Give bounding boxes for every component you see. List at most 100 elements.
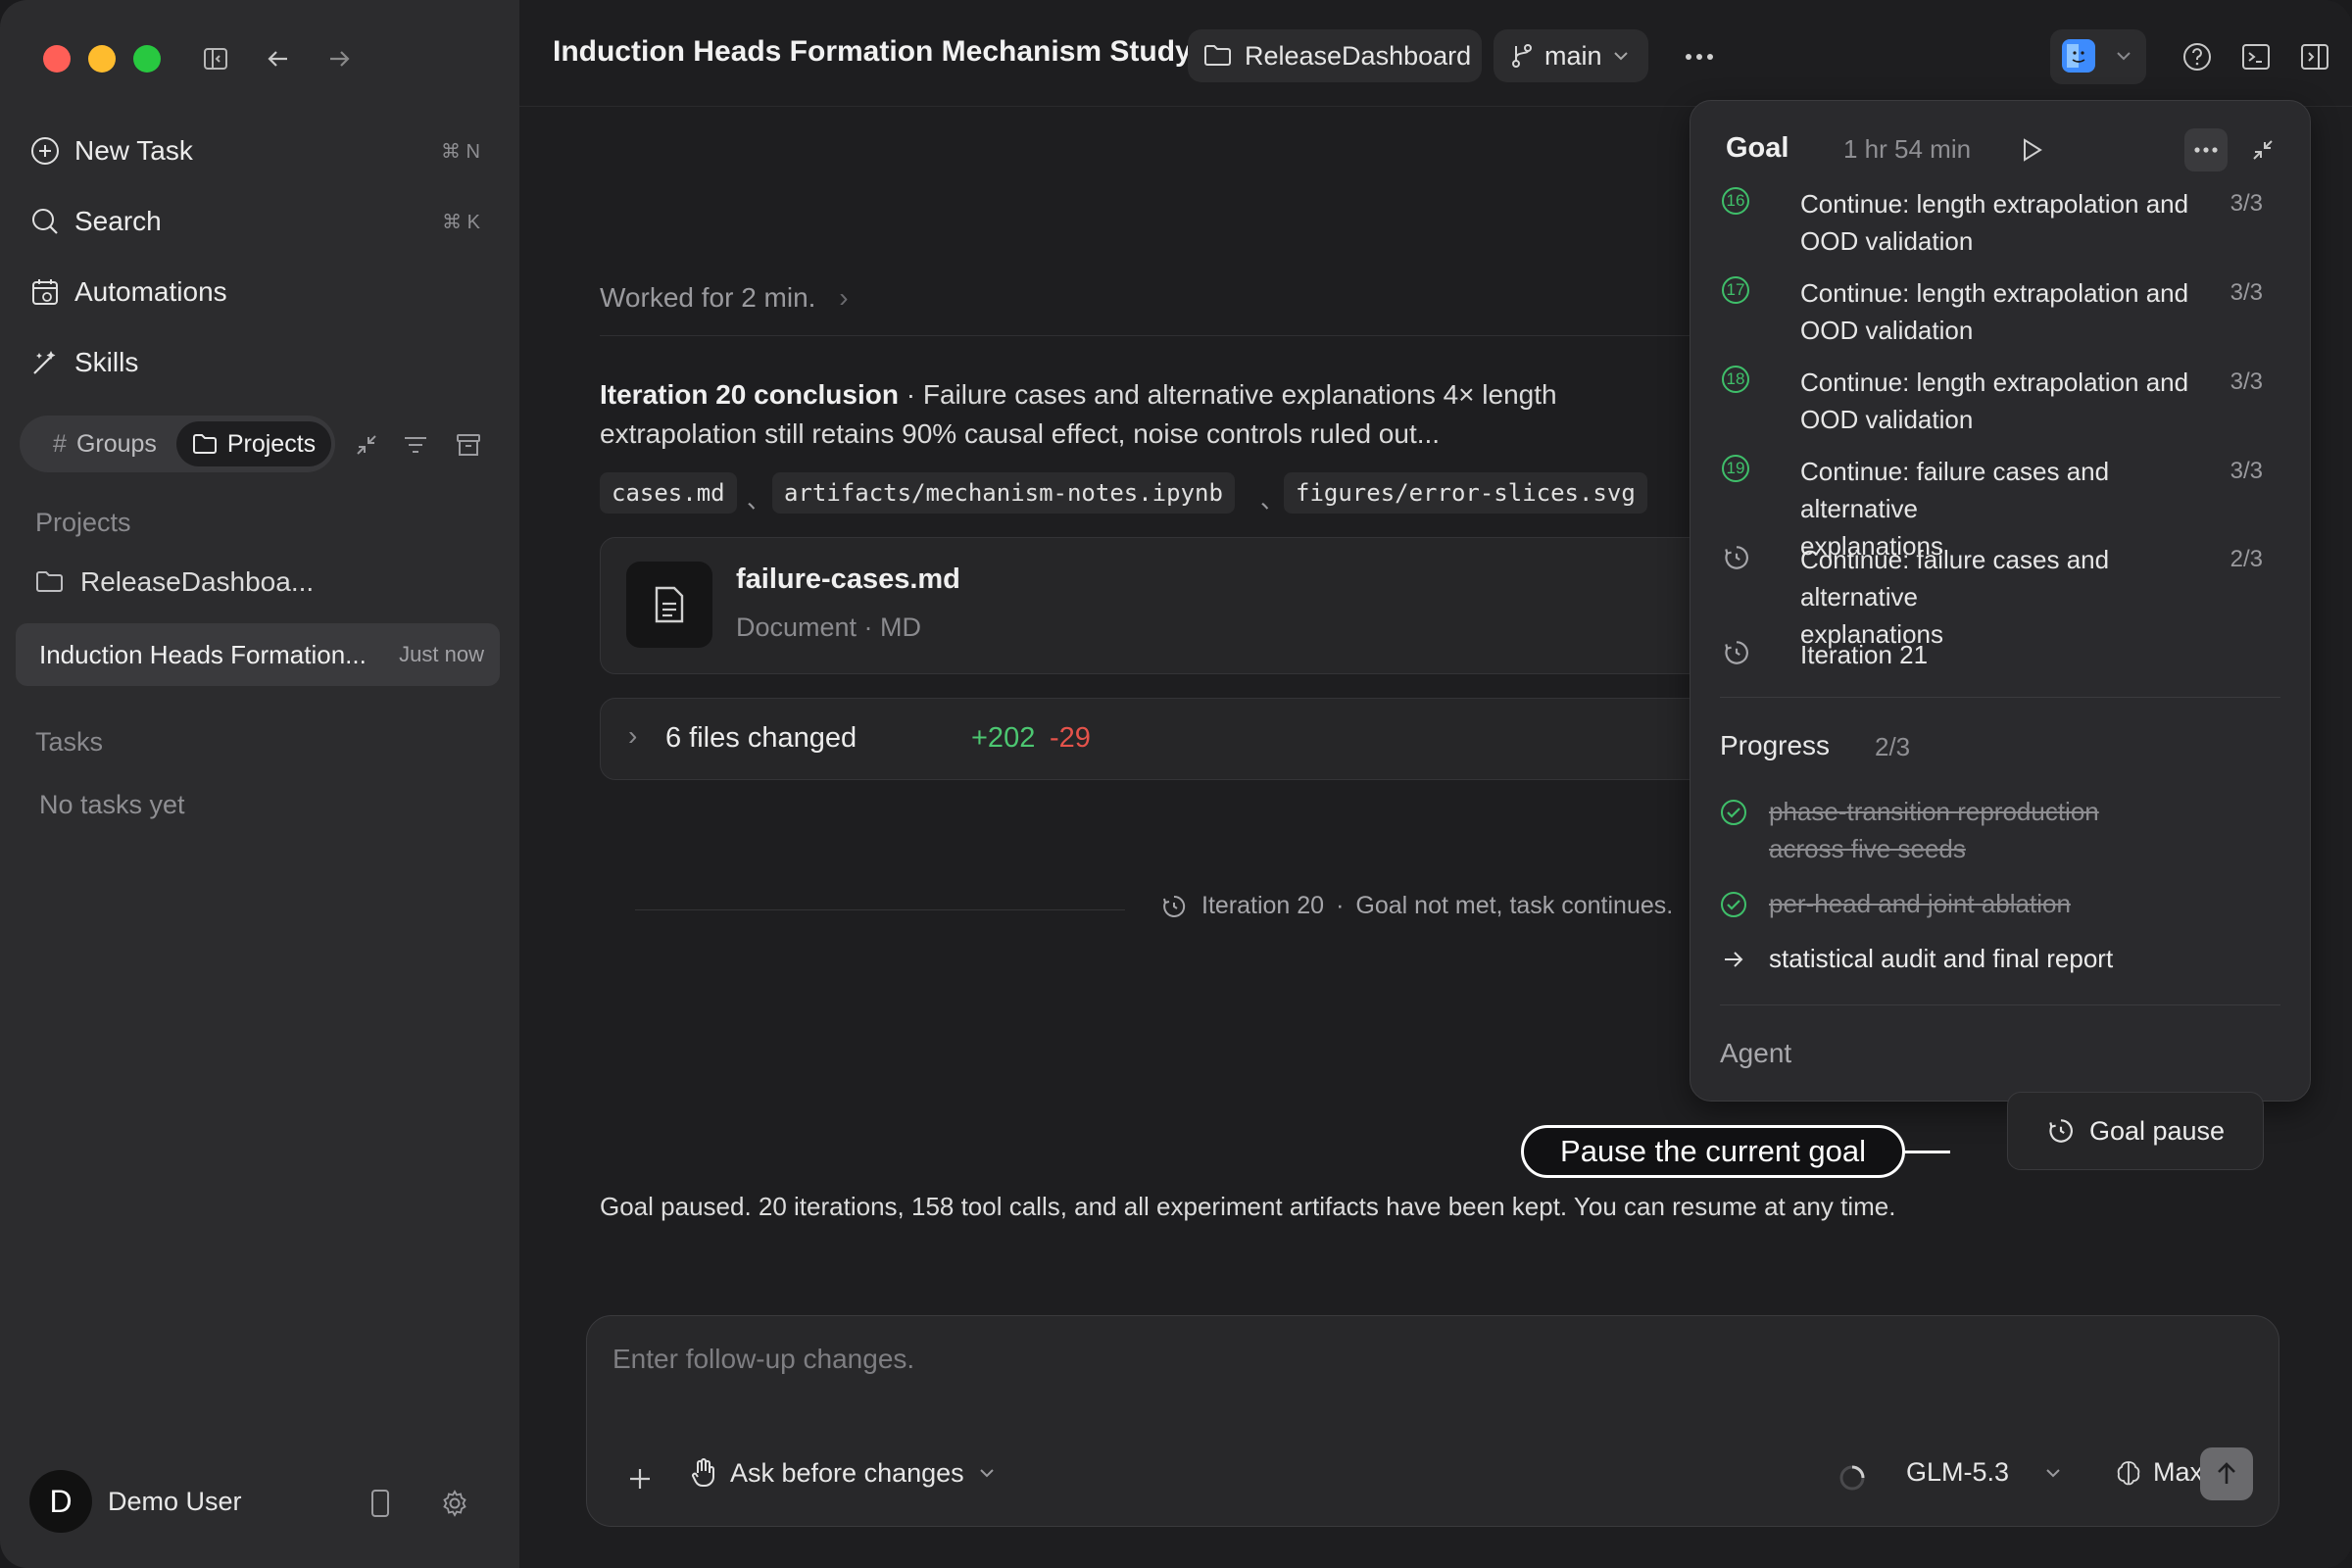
goal-item-text: Continue: length extrapolation and — [1800, 278, 2189, 308]
goal-item-text: OOD validation — [1800, 226, 1974, 256]
effort-label: Max — [2153, 1457, 2204, 1487]
search-icon — [29, 206, 74, 237]
segment-label: Projects — [226, 429, 317, 458]
archive-icon[interactable] — [451, 427, 486, 463]
nav-new-task[interactable]: New Task ⌘ N — [29, 122, 490, 180]
worked-for-toggle[interactable]: Worked for 2 min. › — [600, 278, 849, 318]
shortcut-hint: ⌘ K — [442, 211, 480, 233]
document-card[interactable]: failure-cases.md Document · MD — [600, 537, 1778, 674]
more-options-icon[interactable] — [1680, 41, 1719, 73]
step-number-icon: 16 — [1722, 187, 1753, 219]
folder-icon — [35, 569, 65, 595]
segment-projects[interactable]: Projects — [176, 421, 331, 466]
goal-item-count: 2/3 — [2230, 546, 2263, 572]
project-item[interactable]: ReleaseDashboa... — [35, 566, 314, 598]
divider — [1720, 1004, 2280, 1005]
goal-title: Goal — [1726, 132, 1789, 164]
progress-item-text: per-head and joint ablation — [1769, 889, 2071, 918]
progress-item-text: across five seeds — [1769, 834, 1966, 863]
projects-heading: Projects — [35, 508, 131, 537]
user-name: Demo User — [108, 1486, 242, 1516]
collapse-icon[interactable] — [2243, 130, 2282, 170]
plus-circle-icon — [29, 135, 74, 167]
worked-for-text: Worked for 2 min. — [600, 282, 816, 313]
goal-elapsed: 1 hr 54 min — [1843, 134, 1972, 164]
avatar: D — [29, 1470, 92, 1533]
file-chip[interactable]: artifacts/mechanism-notes.ipynb — [772, 472, 1235, 514]
files-changed-card[interactable]: › 6 files changed +202 -29 — [600, 698, 1778, 780]
goal-pause-button[interactable]: Goal pause — [2007, 1092, 2264, 1170]
divider — [635, 909, 1125, 910]
step-number-icon: 17 — [1722, 276, 1753, 308]
toggle-sidebar-icon[interactable] — [198, 41, 233, 76]
forward-arrow-icon[interactable] — [321, 41, 357, 76]
collapse-icon[interactable] — [349, 427, 384, 463]
goal-item-text: Continue: length extrapolation and — [1800, 189, 2189, 219]
permission-mode-label: Ask before changes — [730, 1457, 964, 1488]
arrow-up-icon — [2214, 1460, 2239, 1488]
divider — [600, 335, 1717, 336]
goal-item-text: Continue: failure cases and alternative — [1800, 457, 2110, 523]
loop-icon — [1160, 893, 1188, 920]
loop-icon — [2046, 1116, 2076, 1146]
tooltip-callout: Pause the current goal — [1521, 1125, 1905, 1178]
zoom-window-button[interactable] — [133, 45, 161, 73]
goal-more-icon[interactable] — [2184, 128, 2228, 172]
document-name: failure-cases.md — [736, 564, 960, 595]
nav-label: Automations — [74, 276, 227, 307]
toggle-panel-icon[interactable] — [2295, 37, 2334, 76]
chevron-down-icon — [1612, 49, 1630, 63]
filter-icon[interactable] — [398, 427, 433, 463]
paused-message: Goal paused. 20 iterations, 158 tool cal… — [600, 1192, 1896, 1221]
app-switcher[interactable] — [2050, 29, 2146, 84]
gear-icon[interactable] — [437, 1486, 472, 1521]
folder-icon — [1203, 43, 1233, 69]
check-circle-icon — [1720, 799, 1747, 831]
nav-label: New Task — [74, 135, 193, 166]
model-select[interactable]: GLM-5.3 — [1906, 1457, 2062, 1488]
add-attachment-icon[interactable] — [620, 1459, 660, 1498]
agent-title: Agent — [1720, 1038, 1792, 1068]
back-arrow-icon[interactable] — [261, 41, 296, 76]
branch-chip[interactable]: main — [1494, 29, 1648, 82]
iteration-status-text: Goal not met, task continues. — [1355, 892, 1674, 919]
goal-item-count: 3/3 — [2230, 190, 2263, 217]
goal-pause-label: Goal pause — [2088, 1115, 2226, 1146]
brain-icon — [2114, 1458, 2143, 1488]
help-icon[interactable] — [2178, 37, 2217, 76]
chevron-down-icon — [978, 1466, 996, 1480]
project-chip[interactable]: ReleaseDashboard — [1188, 29, 1482, 82]
active-task-item[interactable]: Induction Heads Formation... Just now — [16, 623, 500, 686]
nav-label: Search — [74, 206, 162, 236]
nav-skills[interactable]: Skills — [29, 333, 490, 392]
dot-separator: · — [1336, 892, 1345, 919]
progress-count: 2/3 — [1875, 732, 1911, 761]
user-profile[interactable]: D Demo User — [29, 1470, 242, 1533]
close-window-button[interactable] — [43, 45, 71, 73]
branch-icon — [1509, 42, 1535, 70]
terminal-icon[interactable] — [2236, 37, 2276, 76]
minimize-window-button[interactable] — [88, 45, 116, 73]
segment-groups[interactable]: # Groups — [27, 421, 182, 466]
step-number-icon: 18 — [1722, 366, 1753, 397]
hash-icon: # — [53, 429, 67, 458]
permission-mode-select[interactable]: Ask before changes — [689, 1457, 996, 1489]
file-chip[interactable]: figures/error-slices.svg — [1284, 472, 1647, 514]
lines-removed: -29 — [1050, 722, 1091, 754]
check-circle-icon — [1720, 891, 1747, 923]
play-icon[interactable] — [2012, 130, 2051, 170]
send-button[interactable] — [2200, 1447, 2253, 1500]
magic-wand-icon — [29, 347, 74, 378]
nav-automations[interactable]: Automations — [29, 263, 490, 321]
nav-search[interactable]: Search ⌘ K — [29, 192, 490, 251]
group-project-toggle: # Groups Projects — [20, 416, 335, 472]
project-chip-label: ReleaseDashboard — [1245, 40, 1472, 71]
file-separator: 、 — [747, 487, 770, 514]
file-chip[interactable]: cases.md — [600, 472, 737, 514]
sidebar: New Task ⌘ N Search ⌘ K Automations Skil… — [0, 0, 519, 1568]
document-icon — [626, 562, 712, 648]
loop-icon — [1722, 543, 1753, 574]
project-label: ReleaseDashboa... — [80, 566, 315, 597]
phone-icon[interactable] — [363, 1486, 398, 1521]
follow-up-input[interactable]: Enter follow-up changes. — [612, 1344, 914, 1375]
